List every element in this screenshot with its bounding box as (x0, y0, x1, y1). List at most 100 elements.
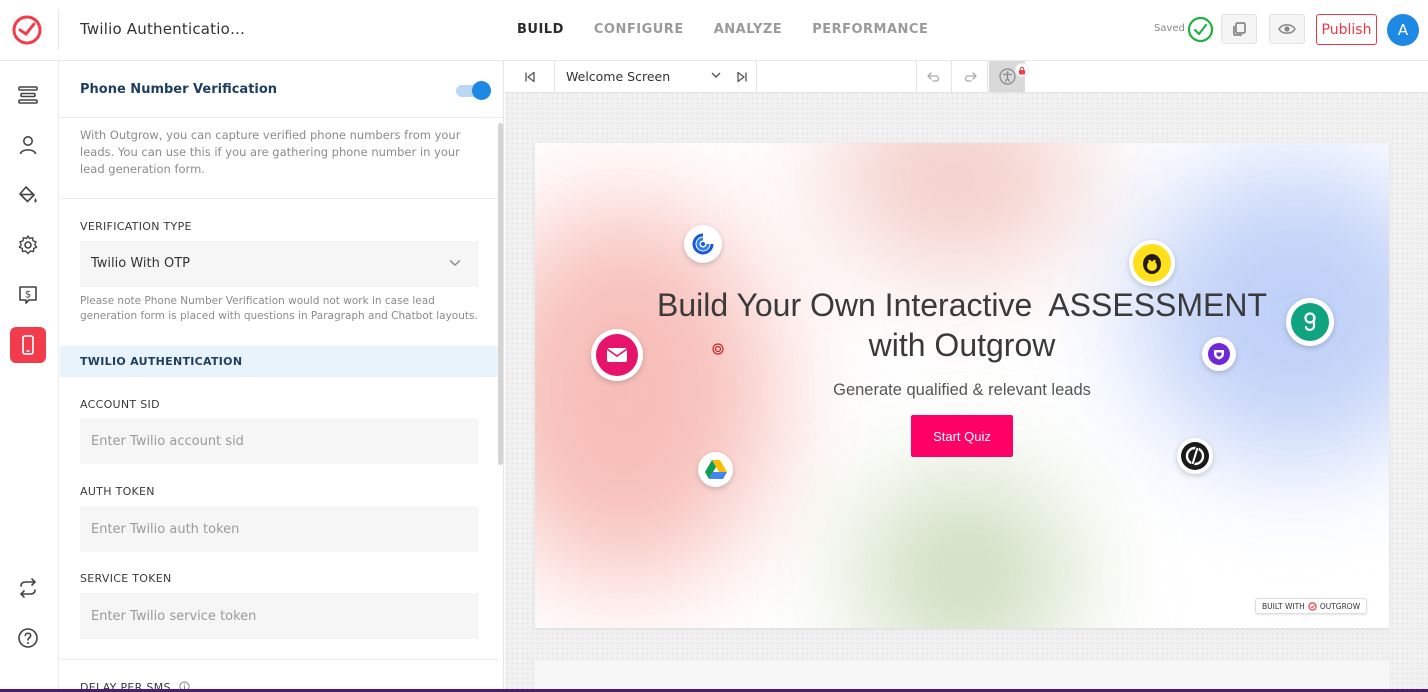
mail-icon (596, 334, 638, 376)
paint-bucket-icon (19, 186, 37, 203)
verification-toggle[interactable] (456, 81, 491, 100)
help-icon (18, 628, 38, 648)
next-screen-button[interactable] (727, 61, 757, 93)
mobile-phone-icon (22, 335, 34, 355)
redo-button[interactable] (952, 61, 988, 93)
rail-design[interactable] (10, 177, 46, 213)
verification-type-value: Twilio With OTP (91, 256, 191, 271)
layout-icon (18, 86, 38, 104)
integration-icon (684, 225, 722, 263)
eye-icon (1278, 24, 1296, 34)
auth-token-label: AUTH TOKEN (80, 485, 155, 498)
user-icon (19, 136, 37, 155)
tab-performance[interactable]: PERFORMANCE (812, 22, 928, 37)
subheadline: Generate qualified & relevant leads (833, 381, 1091, 399)
headline-line-2: with Outgrow (868, 327, 1056, 363)
auth-token-input[interactable] (80, 506, 479, 552)
badge-prefix: BUILT WITH (1262, 601, 1305, 611)
integration-icon (711, 342, 725, 356)
verification-type-select[interactable]: Twilio With OTP (80, 241, 479, 287)
rail-settings[interactable] (10, 227, 46, 263)
divider (58, 10, 59, 50)
google-drive-icon (704, 459, 727, 479)
integration-icon (1129, 240, 1175, 286)
panel-description: With Outgrow, you can capture verified p… (80, 128, 461, 176)
divider (60, 198, 498, 199)
target-icon (712, 343, 724, 355)
bg-blob (855, 473, 1075, 628)
shield-icon (1208, 343, 1230, 365)
left-icon-rail: $ (0, 61, 59, 692)
bg-blob (825, 143, 1085, 273)
undo-button[interactable] (916, 61, 952, 93)
tab-analyze[interactable]: ANALYZE (714, 22, 782, 37)
twilio-section-header: TWILIO AUTHENTICATION (60, 346, 498, 377)
divider (60, 659, 498, 660)
next-screen-preview[interactable] (535, 661, 1389, 692)
g-logo-icon (1291, 303, 1329, 341)
canvas-area: Welcome Screen Build Your Own Interactiv… (505, 61, 1428, 692)
rail-help[interactable] (10, 620, 46, 656)
publish-button[interactable]: Publish (1316, 14, 1377, 45)
service-token-input[interactable] (80, 593, 479, 639)
account-sid-input[interactable] (80, 418, 479, 464)
verification-type-label: VERIFICATION TYPE (80, 220, 192, 233)
panel-scrollbar[interactable] (498, 123, 503, 465)
accessibility-icon (998, 68, 1016, 85)
rail-user[interactable] (10, 127, 46, 163)
preview-button[interactable] (1269, 14, 1305, 44)
headline: Build Your Own Interactive ASSESSMENT wi… (535, 285, 1389, 365)
rail-pricing[interactable]: $ (10, 277, 46, 313)
dollar-screen-icon: $ (19, 286, 37, 304)
chevron-down-icon (711, 72, 721, 78)
gear-icon (18, 235, 38, 255)
integration-icon (1202, 337, 1236, 371)
integration-icon (591, 329, 643, 381)
lock-icon (1019, 66, 1025, 74)
integration-icon (1177, 438, 1213, 474)
headline-line-1: Build Your Own Interactive ASSESSMENT (656, 287, 1268, 323)
rail-layout[interactable] (10, 77, 46, 113)
rail-sync[interactable] (10, 570, 46, 606)
check-circle-icon (1187, 16, 1214, 43)
copy-icon (1233, 22, 1246, 36)
redo-icon (964, 72, 977, 82)
chevron-down-icon (449, 259, 461, 266)
top-bar: Twilio Authenticatio… BUILD CONFIGURE AN… (0, 0, 1428, 61)
canvas-toolbar: Welcome Screen (505, 61, 1428, 93)
rail-mobile[interactable] (10, 327, 46, 363)
panel-header: Phone Number Verification (60, 61, 503, 118)
badge-brand: OUTGROW (1319, 601, 1361, 611)
undo-icon (927, 72, 940, 82)
mailchimp-icon (1133, 244, 1171, 282)
outgrow-logo-icon[interactable] (10, 12, 44, 46)
account-sid-label: ACCOUNT SID (80, 398, 160, 411)
outgrow-logo-icon (1308, 601, 1317, 611)
svg-text:$: $ (25, 290, 31, 301)
skip-back-icon (524, 71, 535, 83)
welcome-screen-preview[interactable]: Build Your Own Interactive ASSESSMENT wi… (535, 143, 1389, 628)
panel-title: Phone Number Verification (80, 82, 278, 97)
duplicate-button[interactable] (1221, 14, 1257, 44)
app-title[interactable]: Twilio Authenticatio… (80, 20, 245, 38)
skip-forward-icon (736, 71, 747, 83)
tab-configure[interactable]: CONFIGURE (594, 22, 684, 37)
saved-status: Saved (1154, 23, 1185, 34)
integration-icon (1286, 298, 1334, 346)
screen-selector-value: Welcome Screen (566, 69, 671, 84)
settings-panel: Phone Number Verification With Outgrow, … (60, 61, 504, 692)
avatar[interactable]: A (1387, 14, 1419, 46)
tab-build[interactable]: BUILD (517, 22, 564, 37)
section-title: TWILIO AUTHENTICATION (80, 355, 243, 368)
slash-circle-icon (1181, 442, 1209, 470)
lock-badge (1015, 63, 1029, 77)
verification-note: Please note Phone Number Verification wo… (80, 295, 478, 322)
signal-rings-icon (692, 233, 714, 255)
sync-icon (19, 578, 37, 598)
service-token-label: SERVICE TOKEN (80, 572, 172, 585)
screen-selector[interactable]: Welcome Screen (555, 61, 727, 93)
integration-icon (698, 452, 733, 487)
start-quiz-button[interactable]: Start Quiz (911, 415, 1013, 457)
prev-screen-button[interactable] (505, 61, 555, 93)
built-with-badge[interactable]: BUILT WITH OUTGROW (1255, 598, 1368, 614)
